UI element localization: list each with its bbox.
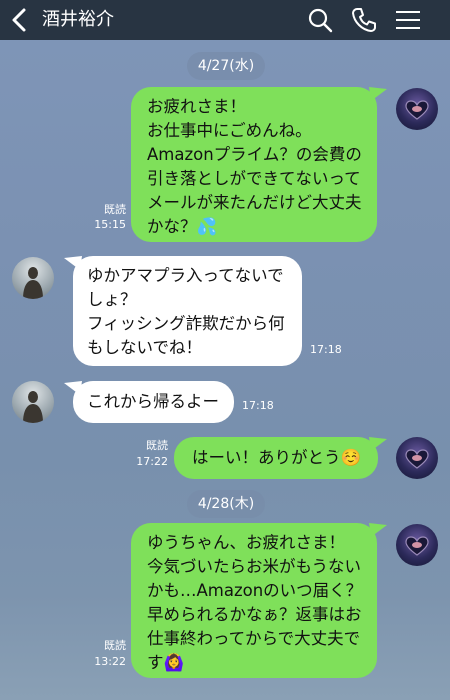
chat-title[interactable]: 酒井裕介 [42, 0, 114, 40]
back-arrow-icon[interactable] [8, 6, 32, 34]
message-time: 17:22 [136, 455, 168, 468]
self-avatar[interactable] [396, 524, 438, 566]
message-bubble-sent[interactable]: ゆうちゃん、お疲れさま！ 今気づいたらお米がもうない かも…Amazonのいつ届… [131, 523, 377, 678]
bubble-tail-icon [64, 381, 82, 395]
message-time: 17:18 [310, 343, 342, 356]
bubble-tail-icon [369, 87, 387, 101]
search-icon[interactable] [306, 6, 334, 34]
message-bubble-received[interactable]: これから帰るよー [73, 381, 234, 423]
bubble-tail-icon [64, 256, 82, 270]
message-time: 13:22 [94, 655, 126, 668]
contact-avatar[interactable] [12, 381, 54, 423]
message-bubble-sent[interactable]: はーい！ありがとう☺️ [174, 437, 378, 479]
read-receipt: 既読 [104, 639, 126, 652]
bubble-tail-icon [369, 437, 387, 451]
message-bubble-sent[interactable]: お疲れさま！ お仕事中にごめんね。 Amazonプライム？の会費の 引き落としが… [131, 87, 377, 242]
menu-icon[interactable] [394, 6, 422, 34]
bubble-tail-icon [369, 523, 387, 537]
chat-header: 酒井裕介 [0, 0, 450, 40]
read-receipt: 既読 [146, 439, 168, 452]
phone-icon[interactable] [350, 6, 378, 34]
message-time: 15:15 [94, 218, 126, 231]
date-separator: 4/27(水) [187, 52, 265, 80]
message-bubble-received[interactable]: ゆかアマプラ入ってないで しょ？ フィッシング詐欺だから何 もしないでね！ [73, 256, 302, 366]
message-time: 17:18 [242, 399, 274, 412]
self-avatar[interactable] [396, 437, 438, 479]
self-avatar[interactable] [396, 88, 438, 130]
date-separator: 4/28(木) [187, 490, 265, 518]
contact-avatar[interactable] [12, 257, 54, 299]
read-receipt: 既読 [104, 203, 126, 216]
